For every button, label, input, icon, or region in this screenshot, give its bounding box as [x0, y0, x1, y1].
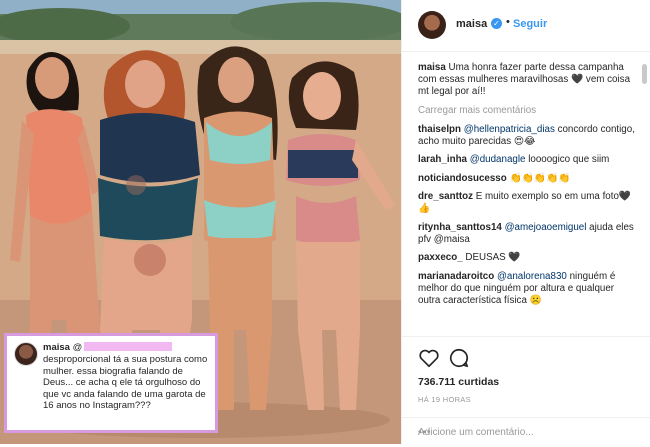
caption: maisa Uma honra fazer parte dessa campan… — [418, 62, 636, 98]
follow-button[interactable]: Seguir — [513, 18, 547, 30]
load-more-comments[interactable]: Carregar mais comentários — [418, 105, 636, 117]
comment-username[interactable]: larah_inha — [418, 154, 467, 165]
comment-text: loooogico que siim — [525, 154, 610, 165]
post-side-panel: maisa ✓ • Seguir maisa Uma honra fazer p… — [401, 0, 650, 444]
more-options-icon[interactable]: ••• — [418, 427, 432, 438]
comment-text: 👏👏👏👏👏 — [509, 172, 571, 184]
overlay-username: maisa — [43, 342, 70, 353]
likes-count[interactable]: 736.711 curtidas — [418, 376, 499, 388]
comment-mention[interactable]: @hellenpatricia_dias — [464, 124, 555, 135]
comment-username[interactable]: dre_santtoz — [418, 191, 473, 202]
comment-username[interactable]: ritynha_santtos14 — [418, 222, 502, 233]
comment-text: DEUSAS 🖤 — [465, 252, 521, 263]
comment-username[interactable]: noticiandosucesso — [418, 173, 507, 184]
overlay-comment-text: desproporcional tá a sua postura como mu… — [43, 354, 208, 412]
comment-username[interactable]: thaiselpn — [418, 124, 461, 135]
caption-username[interactable]: maisa — [418, 62, 446, 73]
comments-scrollbar[interactable] — [642, 64, 647, 84]
separator-dot: • — [506, 16, 510, 28]
list-item: noticiandosucesso 👏👏👏👏👏 — [418, 173, 636, 185]
list-item: paxxeco_ DEUSAS 🖤 — [418, 252, 636, 264]
overlay-at-sign: @ — [72, 342, 83, 353]
comment-mention[interactable]: @analorena830 — [497, 271, 567, 282]
comment-mention[interactable]: @amejoaoemiguel — [505, 222, 587, 233]
post-timestamp: HÁ 19 HORAS — [418, 395, 471, 404]
author-avatar[interactable] — [418, 11, 446, 39]
add-comment-field[interactable]: Adicione um comentário... ••• — [402, 417, 650, 447]
caption-text: Uma honra fazer parte dessa campanha com… — [418, 62, 631, 97]
comments-list: maisa Uma honra fazer parte dessa campan… — [418, 62, 636, 334]
comment-username[interactable]: marianadaroitco — [418, 271, 494, 282]
list-item: dre_santtoz E muito exemplo so em uma fo… — [418, 191, 636, 215]
list-item: marianadaroitco @analorena830 ninguém é … — [418, 271, 636, 307]
list-item: ritynha_santtos14 @amejoaoemiguel ajuda … — [418, 222, 636, 246]
list-item: larah_inha @dudanagle loooogico que siim — [418, 154, 636, 166]
comment-icon[interactable] — [448, 347, 470, 369]
author-username[interactable]: maisa — [456, 18, 487, 30]
overlay-comment-header: maisa @ — [43, 342, 173, 353]
verified-icon: ✓ — [491, 18, 502, 29]
overlay-comment-card: maisa @ desproporcional tá a sua postura… — [4, 333, 218, 433]
post-header: maisa ✓ • Seguir — [402, 0, 650, 52]
post-actions: 736.711 curtidas HÁ 19 HORAS Adicione um… — [402, 336, 650, 446]
comment-mention[interactable]: @dudanagle — [470, 154, 526, 165]
comment-username[interactable]: paxxeco_ — [418, 252, 463, 263]
redacted-mention — [84, 342, 173, 351]
post-photo[interactable]: maisa @ desproporcional tá a sua postura… — [0, 0, 401, 444]
list-item: thaiselpn @hellenpatricia_dias concordo … — [418, 124, 636, 148]
heart-icon[interactable] — [418, 347, 440, 369]
add-comment-placeholder[interactable]: Adicione um comentário... — [418, 427, 534, 438]
overlay-avatar — [14, 342, 38, 366]
